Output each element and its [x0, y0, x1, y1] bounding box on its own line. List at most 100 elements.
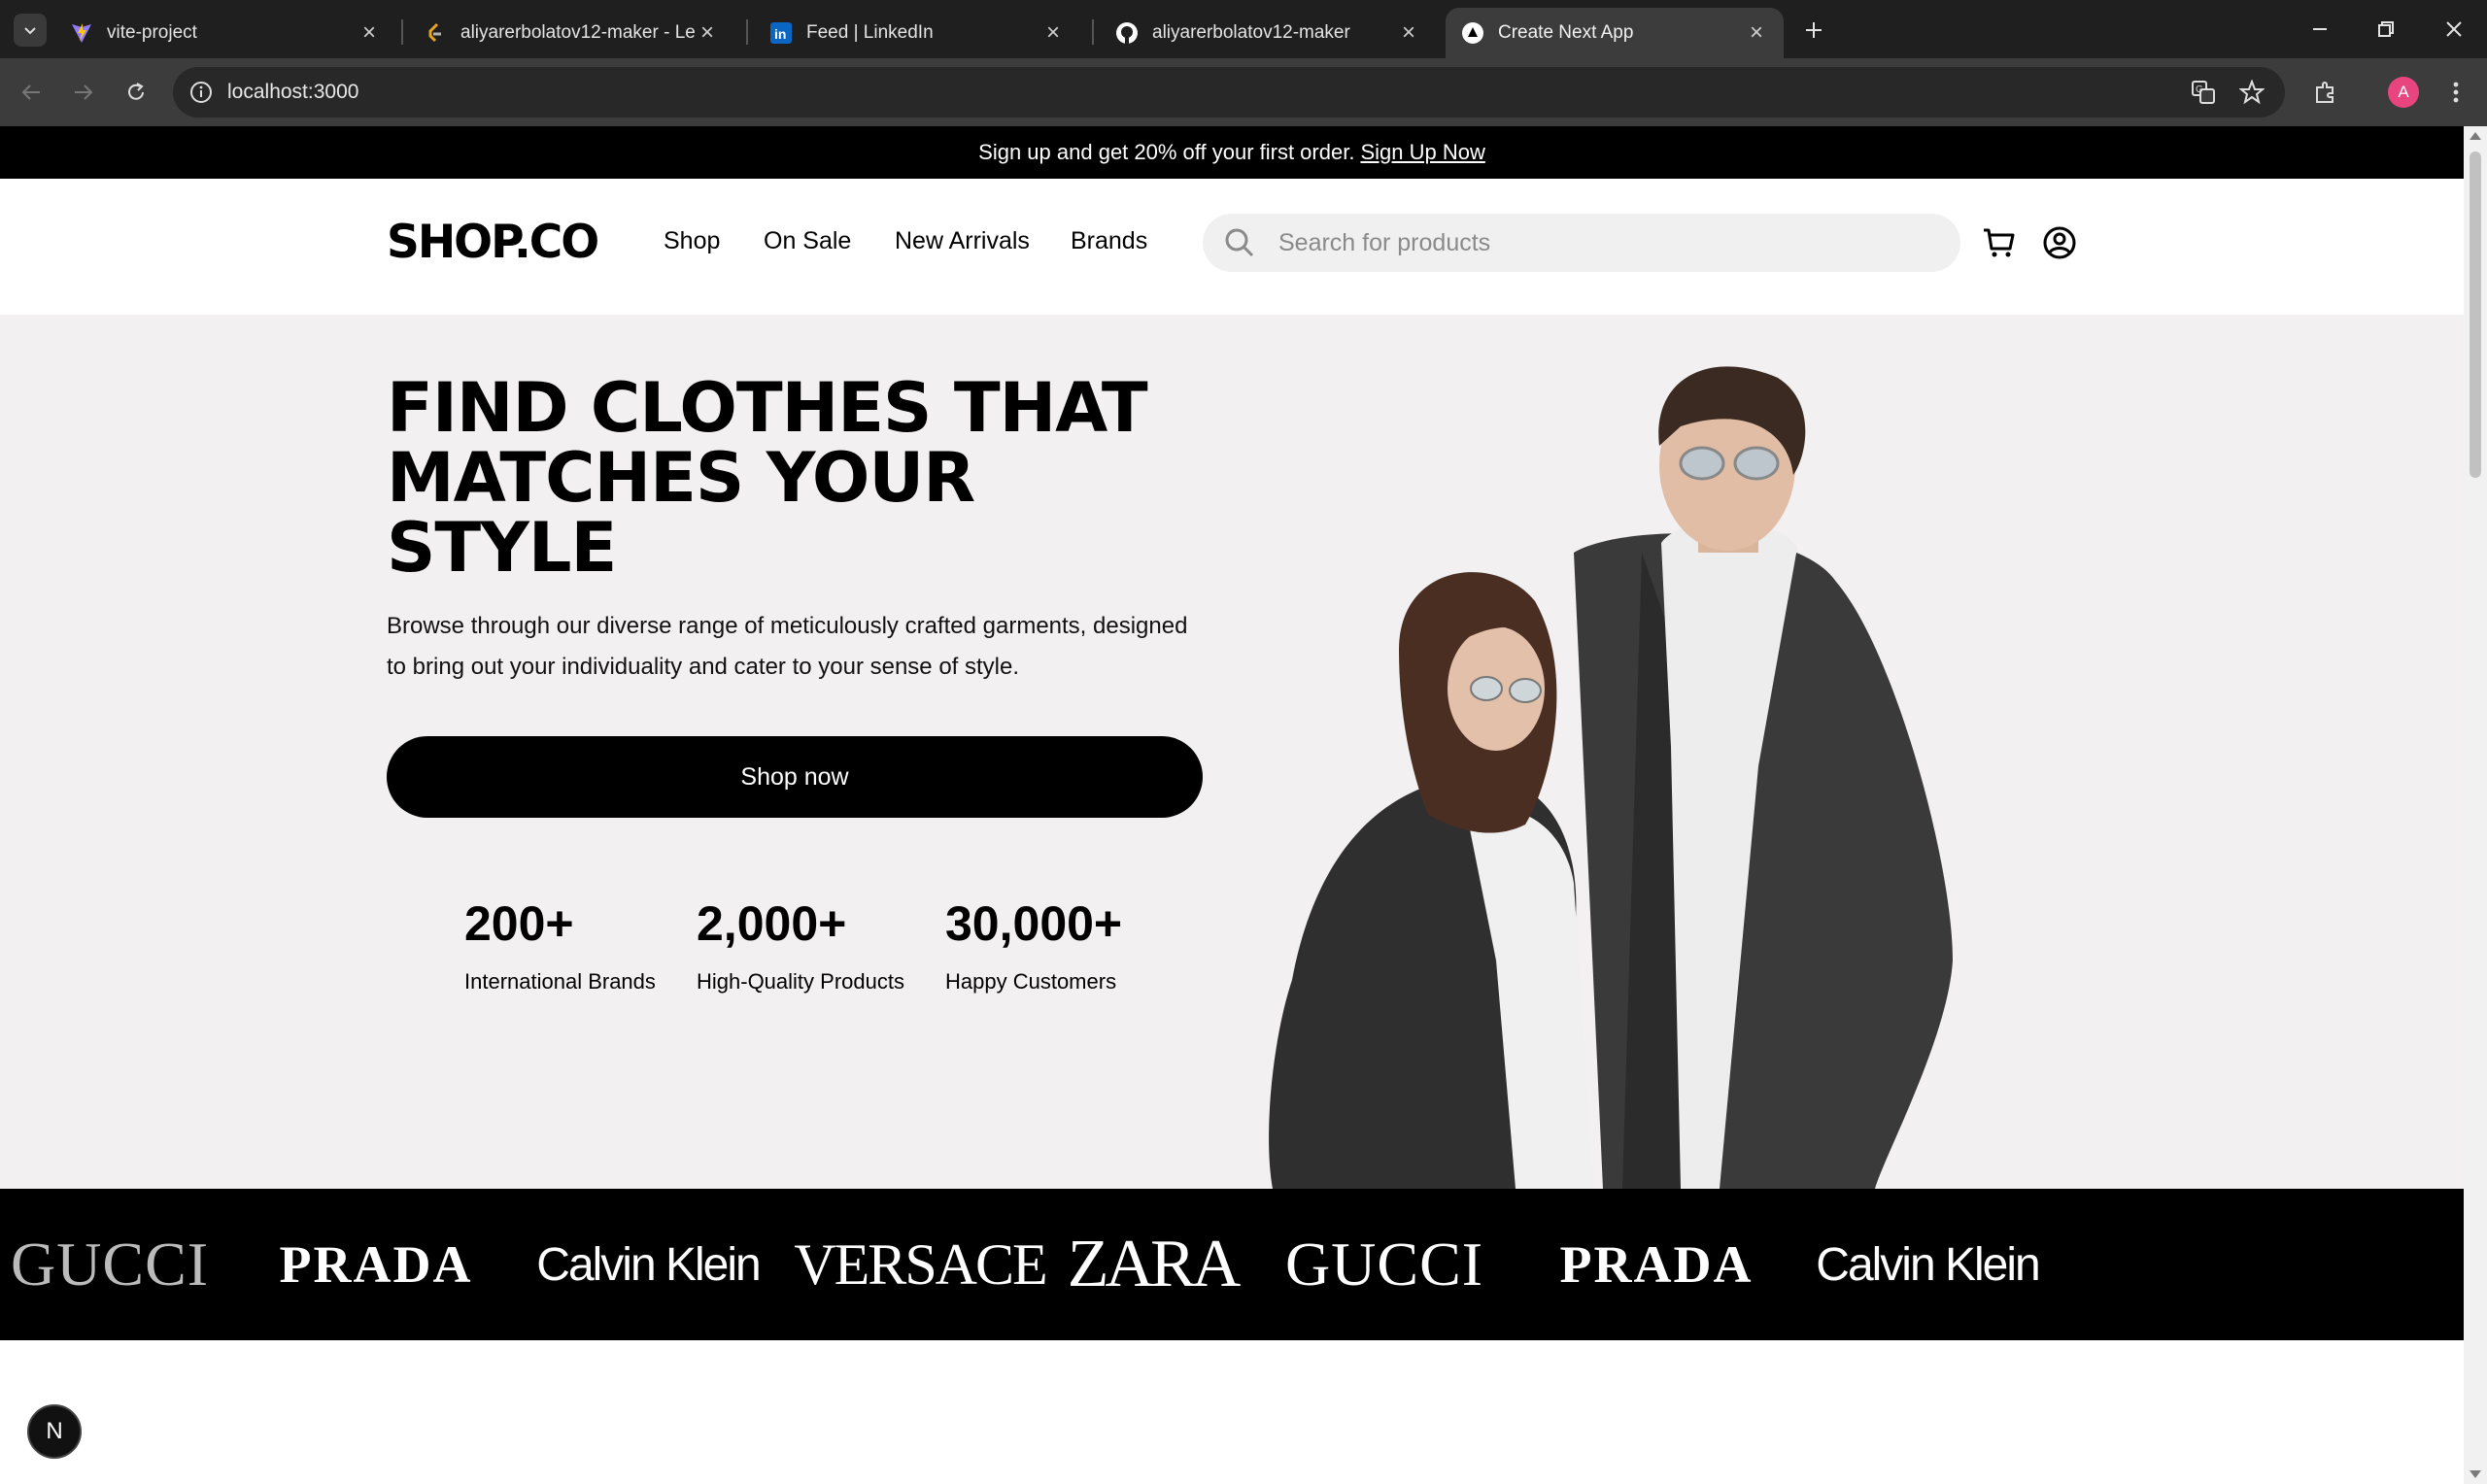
- search-icon: [1225, 228, 1254, 257]
- brand-gucci: GUCCI: [1284, 1230, 1484, 1298]
- nextjs-icon: [1461, 21, 1484, 45]
- stat-brands: 200+ International Brands: [464, 895, 656, 995]
- tab-github[interactable]: aliyarerbolatov12-maker ×: [1100, 8, 1436, 58]
- minimize-icon: [2313, 28, 2327, 30]
- browser-tab-bar: vite-project × aliyarerbolatov12-maker -…: [0, 0, 2487, 58]
- arrow-right-icon: [75, 84, 93, 100]
- tab-title: Feed | LinkedIn: [806, 22, 934, 43]
- svg-text:in: in: [774, 26, 786, 42]
- tab-divider: [746, 19, 748, 45]
- hero-description: Browse through our diverse range of meti…: [387, 606, 1203, 688]
- hero-title-line: STYLE: [387, 508, 617, 588]
- tab-title: Create Next App: [1498, 22, 1634, 43]
- tab-create-next-app[interactable]: Create Next App ×: [1446, 8, 1784, 58]
- brand-prada: PRADA: [279, 1235, 473, 1294]
- brand-calvin-klein: Calvin Klein: [1816, 1238, 2040, 1291]
- tab-search-button[interactable]: [14, 14, 47, 47]
- puzzle-icon: [2316, 82, 2334, 103]
- close-icon: [2446, 21, 2462, 37]
- nav-shop[interactable]: Shop: [664, 227, 720, 255]
- new-tab-button[interactable]: [1797, 14, 1830, 47]
- tab-leetcode[interactable]: aliyarerbolatov12-maker - LeetC ×: [408, 8, 734, 58]
- restore-icon: [2378, 21, 2394, 37]
- tab-vite-project[interactable]: vite-project ×: [54, 8, 396, 58]
- stat-value: 200+: [464, 896, 574, 951]
- tab-title: vite-project: [107, 22, 197, 43]
- browser-toolbar: localhost:3000 G A: [0, 58, 2487, 126]
- stat-label: High-Quality Products: [697, 969, 904, 994]
- cart-icon[interactable]: [1982, 225, 2017, 260]
- svg-text:G: G: [2196, 84, 2203, 95]
- url-text: localhost:3000: [227, 81, 359, 103]
- site-info-icon[interactable]: [188, 80, 214, 105]
- browser-menu-button[interactable]: [2436, 73, 2475, 112]
- vite-icon: [70, 21, 93, 45]
- shop-now-button[interactable]: Shop now: [387, 736, 1203, 818]
- forward-button[interactable]: [64, 73, 103, 112]
- tab-divider: [401, 19, 403, 45]
- minimize-button[interactable]: [2300, 10, 2339, 49]
- close-icon[interactable]: ×: [1397, 19, 1420, 46]
- nav-new-arrivals[interactable]: New Arrivals: [895, 227, 1030, 255]
- brand-gucci: GUCCI: [10, 1230, 210, 1298]
- back-button[interactable]: [12, 73, 51, 112]
- translate-icon: G: [2192, 81, 2215, 104]
- more-vert-icon: [2453, 82, 2459, 103]
- close-icon[interactable]: ×: [358, 19, 381, 46]
- tab-linkedin[interactable]: in Feed | LinkedIn ×: [754, 8, 1080, 58]
- sign-up-link[interactable]: Sign Up Now: [1360, 140, 1484, 165]
- scrollbar-thumb[interactable]: [2470, 152, 2481, 478]
- reload-button[interactable]: [117, 73, 155, 112]
- nextjs-dev-badge[interactable]: N: [27, 1404, 82, 1459]
- address-bar[interactable]: localhost:3000: [173, 67, 2285, 118]
- nav-brands[interactable]: Brands: [1071, 227, 1147, 255]
- tab-title: aliyarerbolatov12-maker - LeetC: [460, 22, 696, 43]
- translate-button[interactable]: G: [2184, 73, 2223, 112]
- brand-calvin-klein: Calvin Klein: [536, 1238, 761, 1291]
- linkedin-icon: in: [769, 21, 793, 45]
- brands-strip: GUCCI PRADA Calvin Klein VERSACE ZARA GU…: [0, 1189, 2464, 1340]
- promo-banner: Sign up and get 20% off your first order…: [0, 126, 2464, 179]
- leetcode-icon: [424, 21, 447, 45]
- stat-customers: 30,000+ Happy Customers: [945, 895, 1122, 995]
- site-header: SHOP.CO Shop On Sale New Arrivals Brands: [0, 179, 2464, 315]
- brand-versace: VERSACE: [794, 1231, 1047, 1297]
- arrow-left-icon: [21, 84, 40, 100]
- restore-button[interactable]: [2367, 10, 2405, 49]
- site-logo[interactable]: SHOP.CO: [387, 216, 599, 269]
- close-icon[interactable]: ×: [696, 19, 719, 46]
- close-icon[interactable]: ×: [1041, 19, 1065, 46]
- profile-avatar[interactable]: A: [2388, 77, 2419, 108]
- github-icon: [1115, 21, 1139, 45]
- close-window-button[interactable]: [2435, 10, 2473, 49]
- close-icon[interactable]: ×: [1745, 19, 1768, 46]
- brand-zara: ZARA: [1067, 1227, 1242, 1301]
- stat-products: 2,000+ High-Quality Products: [697, 895, 904, 995]
- page-viewport: Sign up and get 20% off your first order…: [0, 126, 2464, 1484]
- stat-label: Happy Customers: [945, 969, 1117, 994]
- hero-couple-image: [1269, 366, 1953, 1189]
- hero-description-line: to bring out your individuality and cate…: [387, 654, 1020, 680]
- promo-text: Sign up and get 20% off your first order…: [978, 140, 1355, 164]
- hero-section: FIND CLOTHES THAT MATCHES YOUR STYLE Bro…: [0, 315, 2464, 1189]
- tab-title: aliyarerbolatov12-maker: [1152, 22, 1350, 43]
- bookmark-button[interactable]: [2232, 73, 2271, 112]
- hero-title-line: FIND CLOTHES THAT: [387, 368, 1148, 448]
- star-icon: [2239, 80, 2265, 105]
- account-icon[interactable]: [2042, 225, 2077, 260]
- brand-prada: PRADA: [1559, 1235, 1754, 1294]
- search-bar: [1203, 214, 1960, 272]
- page-scrollbar[interactable]: [2464, 126, 2487, 1484]
- extensions-button[interactable]: [2306, 73, 2345, 112]
- scroll-down-arrow[interactable]: [2470, 1470, 2481, 1478]
- plus-icon: [1806, 22, 1822, 38]
- nav-on-sale[interactable]: On Sale: [764, 227, 851, 255]
- hero-description-line: Browse through our diverse range of meti…: [387, 613, 1188, 639]
- reload-icon: [128, 83, 144, 100]
- chevron-down-icon: [24, 27, 36, 35]
- stat-label: International Brands: [464, 969, 656, 994]
- hero-title-line: MATCHES YOUR: [387, 438, 975, 518]
- scroll-up-arrow[interactable]: [2470, 132, 2481, 140]
- search-input[interactable]: [1278, 228, 1939, 257]
- tab-divider: [1092, 19, 1094, 45]
